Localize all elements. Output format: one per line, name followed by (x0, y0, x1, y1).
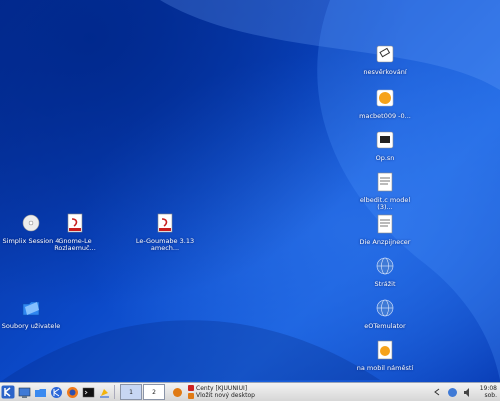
task-item[interactable]: Vložit nový desktop (188, 392, 418, 400)
hand-document-icon (377, 340, 393, 360)
folder-icon (22, 301, 40, 316)
taskbar: 1 2 Centy [KJUUNIUI] Vložit nový desktop (0, 382, 500, 401)
firefox-button[interactable] (64, 384, 80, 400)
home-folder-button[interactable] (32, 384, 48, 400)
pdf-document-icon (157, 213, 173, 233)
desktop-icon (18, 387, 30, 398)
network-tray-button[interactable] (445, 384, 461, 400)
konqueror-button[interactable] (48, 384, 64, 400)
firefox-icon (66, 386, 78, 398)
desktop-icon-hand[interactable]: na mobil náměstí (354, 340, 416, 372)
task-label: Vložit nový desktop (196, 392, 255, 399)
desktop-icon-label: Le-Goumabe 3.13 amech... (135, 236, 195, 252)
hand-document-icon (376, 89, 394, 107)
update-icon (99, 388, 109, 398)
pager-desktop-1[interactable]: 1 (120, 384, 142, 400)
desktop-icon-pdf2[interactable]: Le-Goumabe 3.13 amech... (134, 213, 196, 253)
desktop-pager: 1 2 (120, 384, 166, 400)
task-label: Centy [KJUUNIUI] (196, 384, 248, 392)
clock-date: sob. (484, 392, 497, 399)
desktop-icon-label: nesvěrkování (363, 67, 407, 76)
desktop-icon-globe2[interactable]: eOTemulator (354, 298, 416, 330)
desktop-icon-text2[interactable]: Die Anzpijnecer (354, 214, 416, 246)
desktop-icon-text1[interactable]: elbedit.c model (3)... (354, 172, 416, 212)
desktop-icon-label: eOTemulator (364, 321, 406, 330)
app-icon (188, 392, 194, 399)
window-list-button[interactable] (169, 384, 185, 400)
x-icon (188, 385, 194, 392)
konqueror-icon (50, 386, 62, 398)
terminal-icon (82, 387, 94, 397)
clock[interactable]: 19:08 sob. (480, 385, 497, 399)
desktop-icon-label: na mobil náměstí (356, 363, 414, 372)
kde-logo-icon (1, 385, 15, 399)
pager-desktop-2[interactable]: 2 (143, 384, 165, 400)
desktop-icon-eraser[interactable]: nesvěrkování (354, 44, 416, 76)
desktop-background: Simplix Session 4 Gnome-Le Rozlaemuč... … (0, 0, 500, 382)
desktop-icon-pdf1[interactable]: Gnome-Le Rozlaemuč... (44, 213, 106, 253)
wallpaper-swoosh (0, 0, 500, 382)
desktop-icon-label: Die Anzpijnecer (359, 237, 411, 246)
task-item[interactable]: Centy [KJUUNIUI] (188, 385, 418, 393)
terminal-button[interactable] (80, 384, 96, 400)
desktop-icon-label: Soubory uživatele (1, 321, 61, 330)
chevron-left-icon (433, 388, 440, 396)
desktop-icon-folder[interactable]: Soubory uživatele (0, 298, 62, 330)
system-tray: 19:08 sob. (429, 384, 500, 400)
window-list-icon (172, 387, 182, 397)
eraser-app-icon (376, 45, 394, 63)
show-desktop-button[interactable] (16, 384, 32, 400)
desktop-icon-label: Gnome-Le Rozlaemuč... (54, 236, 96, 252)
text-document-icon (377, 214, 393, 234)
volume-tray-button[interactable] (461, 384, 477, 400)
desktop-icon-disk[interactable]: Op.sn (354, 130, 416, 162)
taskbar-separator (114, 385, 115, 399)
kde-menu-button[interactable] (0, 384, 16, 400)
desktop-icon-label: Strážit (374, 279, 396, 288)
network-globe-icon (376, 299, 394, 317)
task-list: Centy [KJUUNIUI] Vložit nový desktop (188, 385, 418, 400)
update-button[interactable] (96, 384, 112, 400)
disk-image-icon (376, 131, 394, 149)
dvd-drive-icon (22, 214, 40, 232)
desktop-icon-mac[interactable]: macbet009 -0... (354, 88, 416, 120)
desktop-icon-label: elbedit.c model (3)... (359, 195, 411, 211)
speaker-icon (464, 387, 470, 397)
clock-time: 19:08 (479, 385, 497, 392)
pdf-document-icon (67, 213, 83, 233)
desktop-icon-label: Op.sn (375, 153, 395, 162)
desktop-icon-globe1[interactable]: Strážit (354, 256, 416, 288)
network-globe-icon (448, 387, 458, 397)
home-folder-icon (34, 388, 46, 397)
desktop-icon-label: macbet009 -0... (359, 111, 411, 120)
text-document-icon (377, 172, 393, 192)
tray-arrow-button[interactable] (429, 384, 445, 400)
network-globe-icon (376, 257, 394, 275)
